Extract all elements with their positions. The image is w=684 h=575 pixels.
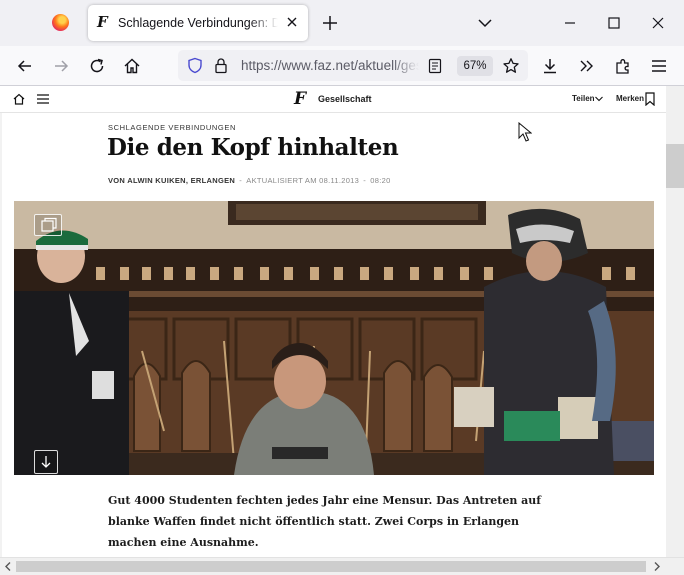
byline-updated: AKTUALISIERT AM 08.11.2013 bbox=[246, 176, 360, 185]
lock-icon[interactable] bbox=[214, 57, 228, 74]
byline-author[interactable]: VON ALWIN KUIKEN, ERLANGEN bbox=[108, 176, 235, 185]
tracking-protection-shield-icon[interactable] bbox=[187, 57, 203, 74]
byline-separator: - bbox=[363, 176, 367, 185]
download-glyph bbox=[41, 456, 51, 468]
back-arrow-icon[interactable] bbox=[15, 56, 35, 76]
scroll-right-arrow-icon[interactable] bbox=[652, 561, 662, 572]
extensions-puzzle-icon[interactable] bbox=[613, 56, 633, 76]
home-icon[interactable] bbox=[122, 56, 142, 76]
scroll-left-arrow-icon[interactable] bbox=[3, 561, 13, 572]
article-hero-image[interactable] bbox=[14, 201, 654, 475]
faz-favicon-icon: F bbox=[97, 13, 108, 31]
navigation-toolbar: https://www.faz.net/aktuell/gesellschaft… bbox=[0, 46, 684, 86]
close-tab-icon[interactable] bbox=[284, 14, 300, 30]
more-tools-chevron-icon[interactable] bbox=[577, 56, 597, 76]
download-image-icon[interactable] bbox=[34, 450, 58, 474]
gallery-glyph bbox=[41, 217, 57, 232]
vertical-scrollbar[interactable] bbox=[666, 86, 684, 557]
byline-time: 08:20 bbox=[370, 176, 391, 185]
minimize-window-icon[interactable] bbox=[560, 14, 580, 32]
mouse-cursor-icon bbox=[518, 122, 532, 142]
faz-logo[interactable]: F bbox=[294, 89, 306, 109]
vertical-scroll-thumb[interactable] bbox=[666, 144, 684, 188]
bookmark-star-icon[interactable] bbox=[502, 57, 520, 75]
forward-arrow-icon[interactable] bbox=[51, 56, 71, 76]
byline-separator: - bbox=[239, 176, 243, 185]
article-headline: Die den Kopf hinhalten bbox=[107, 134, 399, 161]
article-teaser: Gut 4000 Studenten fechten jedes Jahr ei… bbox=[108, 494, 542, 549]
article-kicker: SCHLAGENDE VERBINDUNGEN bbox=[108, 123, 236, 132]
firefox-icon[interactable] bbox=[52, 14, 69, 31]
site-menu-icon[interactable] bbox=[37, 94, 49, 104]
reader-view-icon[interactable] bbox=[428, 58, 442, 74]
browser-tab-bar: F Schlagende Verbindungen: Die den Kopf … bbox=[0, 0, 684, 46]
browser-tab-active[interactable]: F Schlagende Verbindungen: Die den Kopf … bbox=[88, 5, 308, 41]
article-byline: VON ALWIN KUIKEN, ERLANGEN - AKTUALISIER… bbox=[108, 176, 391, 185]
url-text[interactable]: https://www.faz.net/aktuell/gesellschaft… bbox=[241, 58, 419, 73]
hamburger-menu-icon[interactable] bbox=[649, 56, 669, 76]
tab-title: Schlagende Verbindungen: Die den Kopf hi… bbox=[118, 16, 278, 30]
chevron-down-icon[interactable] bbox=[595, 96, 603, 102]
bookmark-icon[interactable] bbox=[645, 92, 655, 106]
close-window-icon[interactable] bbox=[648, 14, 668, 32]
horizontal-scroll-thumb[interactable] bbox=[16, 561, 646, 572]
maximize-window-icon[interactable] bbox=[604, 14, 624, 32]
hero-photo bbox=[14, 201, 654, 475]
horizontal-scrollbar[interactable] bbox=[0, 557, 684, 575]
zoom-level-badge[interactable]: 67% bbox=[457, 56, 493, 76]
section-label[interactable]: Gesellschaft bbox=[318, 94, 372, 104]
site-home-icon[interactable] bbox=[13, 93, 25, 105]
list-all-tabs-icon[interactable] bbox=[476, 14, 494, 32]
save-button[interactable]: Merken bbox=[616, 94, 644, 103]
url-bar[interactable]: https://www.faz.net/aktuell/gesellschaft… bbox=[178, 50, 528, 81]
new-tab-icon[interactable] bbox=[320, 13, 340, 33]
gallery-icon[interactable] bbox=[34, 214, 62, 236]
page-edge bbox=[0, 113, 2, 558]
reload-icon[interactable] bbox=[87, 56, 107, 76]
share-button[interactable]: Teilen bbox=[572, 94, 595, 103]
downloads-icon[interactable] bbox=[540, 56, 560, 76]
site-header: F Gesellschaft Teilen Merken bbox=[0, 86, 666, 113]
